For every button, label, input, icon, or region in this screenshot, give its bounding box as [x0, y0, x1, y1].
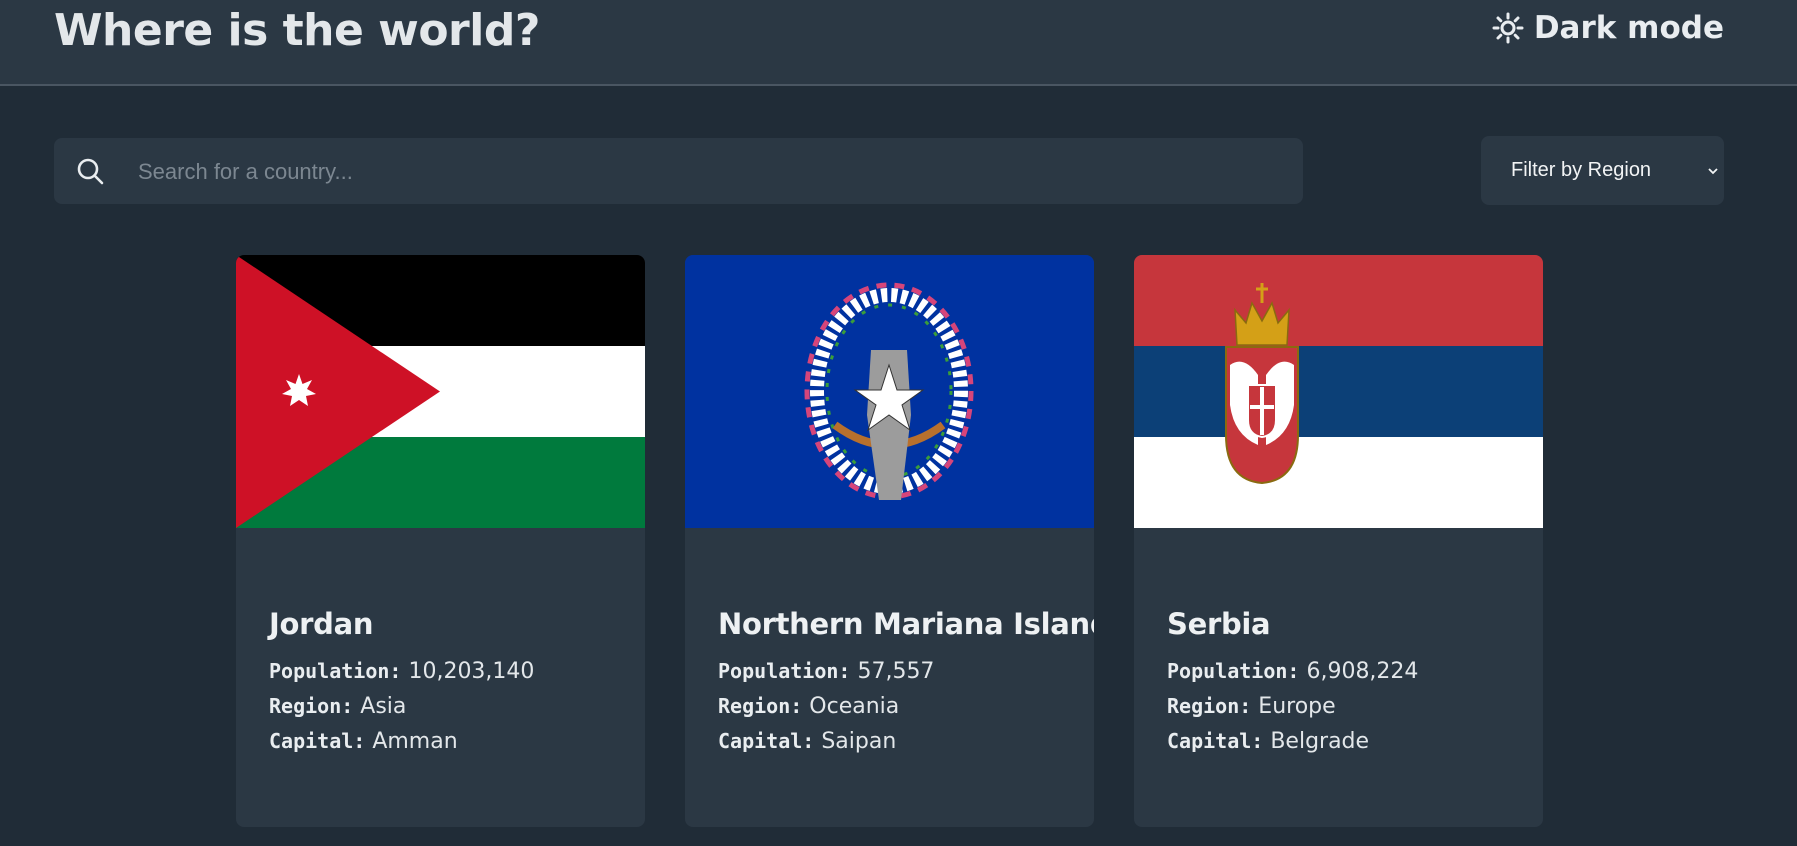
sun-icon [1492, 12, 1524, 44]
population-value: 57,557 [857, 659, 935, 684]
region-label: Region: [269, 694, 354, 718]
top-header: Where is the world? Dark mode [0, 0, 1797, 86]
app-title: Where is the world? [54, 5, 540, 56]
jordan-flag [236, 255, 645, 528]
region-label: Region: [1167, 694, 1252, 718]
chevron-down-icon [1708, 168, 1718, 175]
capital-row: Capital: Amman [269, 729, 637, 754]
population-label: Population: [718, 659, 851, 683]
capital-value: Amman [372, 729, 458, 754]
population-row: Population: 10,203,140 [269, 659, 637, 684]
region-value: Oceania [809, 694, 900, 719]
country-name: Serbia [1167, 607, 1271, 641]
search-icon [77, 158, 104, 185]
region-filter-select[interactable]: Filter by Region [1481, 136, 1724, 205]
capital-value: Saipan [821, 729, 897, 754]
search-bar [54, 138, 1303, 206]
region-value: Asia [360, 694, 407, 719]
capital-label: Capital: [1167, 729, 1264, 753]
capital-value: Belgrade [1270, 729, 1370, 754]
dark-mode-label: Dark mode [1533, 10, 1724, 46]
population-label: Population: [1167, 659, 1300, 683]
capital-label: Capital: [718, 729, 815, 753]
population-value: 6,908,224 [1306, 659, 1419, 684]
region-label: Region: [718, 694, 803, 718]
region-row: Region: Oceania [718, 694, 1086, 719]
capital-label: Capital: [269, 729, 366, 753]
country-card-serbia[interactable]: Serbia Population: 6,908,224 Region: Eur… [1134, 255, 1543, 827]
northern-mariana-islands-flag [685, 255, 1094, 528]
population-value: 10,203,140 [408, 659, 535, 684]
capital-row: Capital: Saipan [718, 729, 1086, 754]
country-name: Jordan [269, 607, 374, 641]
country-name: Northern Mariana Islands [718, 607, 1094, 641]
serbia-flag [1134, 255, 1543, 528]
region-row: Region: Asia [269, 694, 637, 719]
country-card-jordan[interactable]: Jordan Population: 10,203,140 Region: As… [236, 255, 645, 827]
region-row: Region: Europe [1167, 694, 1535, 719]
population-label: Population: [269, 659, 402, 683]
search-input[interactable] [136, 138, 1280, 206]
population-row: Population: 57,557 [718, 659, 1086, 684]
population-row: Population: 6,908,224 [1167, 659, 1535, 684]
region-value: Europe [1258, 694, 1336, 719]
dark-mode-toggle[interactable]: Dark mode [1492, 10, 1724, 46]
country-card-northern-mariana-islands[interactable]: Northern Mariana Islands Population: 57,… [685, 255, 1094, 827]
capital-row: Capital: Belgrade [1167, 729, 1535, 754]
region-filter-label: Filter by Region [1511, 159, 1652, 181]
